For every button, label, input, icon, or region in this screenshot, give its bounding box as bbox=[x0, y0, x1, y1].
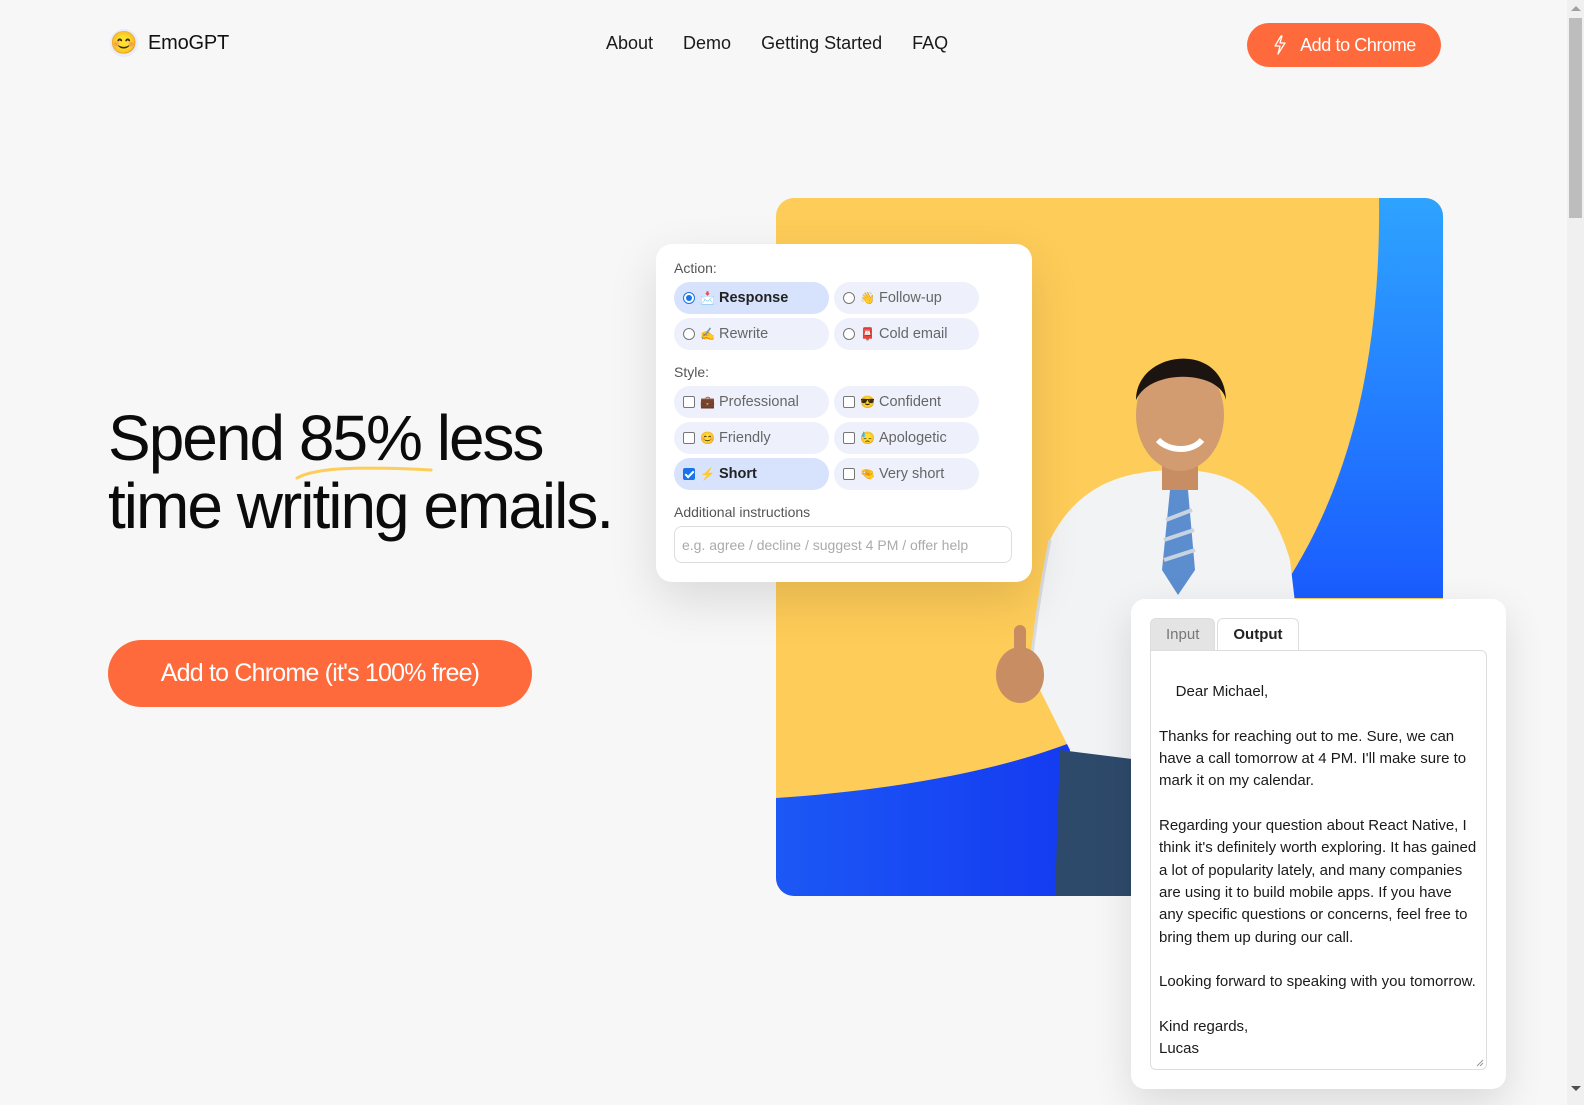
option-label: Apologetic bbox=[879, 430, 947, 446]
scrollbar-thumb[interactable] bbox=[1569, 18, 1582, 218]
radio-button[interactable] bbox=[843, 328, 855, 340]
tab-input[interactable]: Input bbox=[1150, 618, 1216, 650]
checkbox[interactable] bbox=[683, 432, 695, 444]
style-option-confident[interactable]: 😎 Confident bbox=[834, 386, 979, 418]
nav-cta-label: Add to Chrome bbox=[1300, 34, 1416, 55]
style-option-short[interactable]: ⚡ Short bbox=[674, 458, 829, 490]
resize-handle-icon[interactable] bbox=[1476, 1059, 1484, 1067]
page-scrollbar[interactable] bbox=[1567, 0, 1584, 1105]
tab-output[interactable]: Output bbox=[1217, 618, 1299, 650]
checkbox[interactable] bbox=[683, 468, 695, 480]
action-option-response[interactable]: 📩 Response bbox=[674, 282, 829, 314]
brand-name: EmoGPT bbox=[148, 31, 230, 54]
action-label: Action: bbox=[674, 260, 717, 276]
generated-email-text: Dear Michael, Thanks for reaching out to… bbox=[1159, 683, 1477, 1058]
additional-instructions-label: Additional instructions bbox=[674, 504, 811, 520]
io-tabs: Input Output bbox=[1150, 618, 1487, 650]
option-label: Rewrite bbox=[719, 326, 769, 342]
action-options: 📩 Response 👋 Follow-up ✍️ Rewrite 📮 Cold… bbox=[674, 282, 1014, 350]
headline-before: Spend bbox=[108, 402, 299, 474]
hero-headline: Spend 85% less time writing emails. bbox=[108, 404, 628, 540]
sweat-face-icon: 😓 bbox=[860, 431, 875, 445]
pinching-hand-icon: 🤏 bbox=[860, 467, 875, 481]
option-label: Friendly bbox=[719, 430, 771, 446]
main-nav: About Demo Getting Started FAQ bbox=[606, 33, 948, 54]
nav-link-about[interactable]: About bbox=[606, 33, 653, 54]
smiley-logo-icon: 😊 bbox=[110, 29, 138, 57]
style-option-apologetic[interactable]: 😓 Apologetic bbox=[834, 422, 979, 454]
waving-hand-icon: 👋 bbox=[860, 291, 875, 305]
add-to-chrome-nav-button[interactable]: Add to Chrome bbox=[1247, 23, 1441, 67]
lightning-icon: ⚡ bbox=[700, 467, 715, 481]
nav-link-faq[interactable]: FAQ bbox=[912, 33, 948, 54]
style-option-very-short[interactable]: 🤏 Very short bbox=[834, 458, 979, 490]
smiling-face-icon: 😊 bbox=[700, 431, 715, 445]
radio-button[interactable] bbox=[683, 292, 695, 304]
radio-button[interactable] bbox=[683, 328, 695, 340]
email-settings-panel: Action: 📩 Response 👋 Follow-up ✍️ Rewrit… bbox=[656, 244, 1032, 582]
nav-link-getting-started[interactable]: Getting Started bbox=[761, 33, 882, 54]
action-option-follow-up[interactable]: 👋 Follow-up bbox=[834, 282, 979, 314]
writing-hand-icon: ✍️ bbox=[700, 327, 715, 341]
checkbox[interactable] bbox=[843, 396, 855, 408]
style-options: 💼 Professional 😎 Confident 😊 Friendly 😓 … bbox=[674, 386, 1014, 490]
checkbox[interactable] bbox=[843, 432, 855, 444]
style-label: Style: bbox=[674, 364, 710, 380]
option-label: Response bbox=[719, 290, 789, 306]
sunglasses-face-icon: 😎 bbox=[860, 395, 875, 409]
headline-highlight: 85% bbox=[295, 404, 433, 480]
option-label: Short bbox=[719, 466, 757, 482]
option-label: Follow-up bbox=[879, 290, 942, 306]
scroll-down-arrow-icon[interactable] bbox=[1571, 1086, 1581, 1091]
option-label: Confident bbox=[879, 394, 942, 410]
add-to-chrome-hero-button[interactable]: Add to Chrome (it's 100% free) bbox=[108, 640, 532, 707]
output-textarea[interactable]: Dear Michael, Thanks for reaching out to… bbox=[1150, 650, 1487, 1070]
option-label: Cold email bbox=[879, 326, 948, 342]
scroll-up-arrow-icon[interactable] bbox=[1571, 6, 1581, 11]
briefcase-icon: 💼 bbox=[700, 395, 715, 409]
option-label: Very short bbox=[879, 466, 945, 482]
option-label: Professional bbox=[719, 394, 799, 410]
lightning-bolt-icon bbox=[1274, 35, 1286, 55]
radio-button[interactable] bbox=[843, 292, 855, 304]
highlight-underline-decoration bbox=[295, 466, 433, 480]
additional-instructions-input[interactable] bbox=[674, 526, 1012, 563]
email-output-panel: Input Output Dear Michael, Thanks for re… bbox=[1131, 599, 1506, 1089]
logo-link[interactable]: 😊 EmoGPT bbox=[110, 29, 229, 57]
checkbox[interactable] bbox=[683, 396, 695, 408]
nav-link-demo[interactable]: Demo bbox=[683, 33, 731, 54]
style-option-professional[interactable]: 💼 Professional bbox=[674, 386, 829, 418]
action-option-cold-email[interactable]: 📮 Cold email bbox=[834, 318, 979, 350]
style-option-friendly[interactable]: 😊 Friendly bbox=[674, 422, 829, 454]
checkbox[interactable] bbox=[843, 468, 855, 480]
action-option-rewrite[interactable]: ✍️ Rewrite bbox=[674, 318, 829, 350]
envelope-icon: 📩 bbox=[700, 291, 715, 305]
mailbox-icon: 📮 bbox=[860, 327, 875, 341]
